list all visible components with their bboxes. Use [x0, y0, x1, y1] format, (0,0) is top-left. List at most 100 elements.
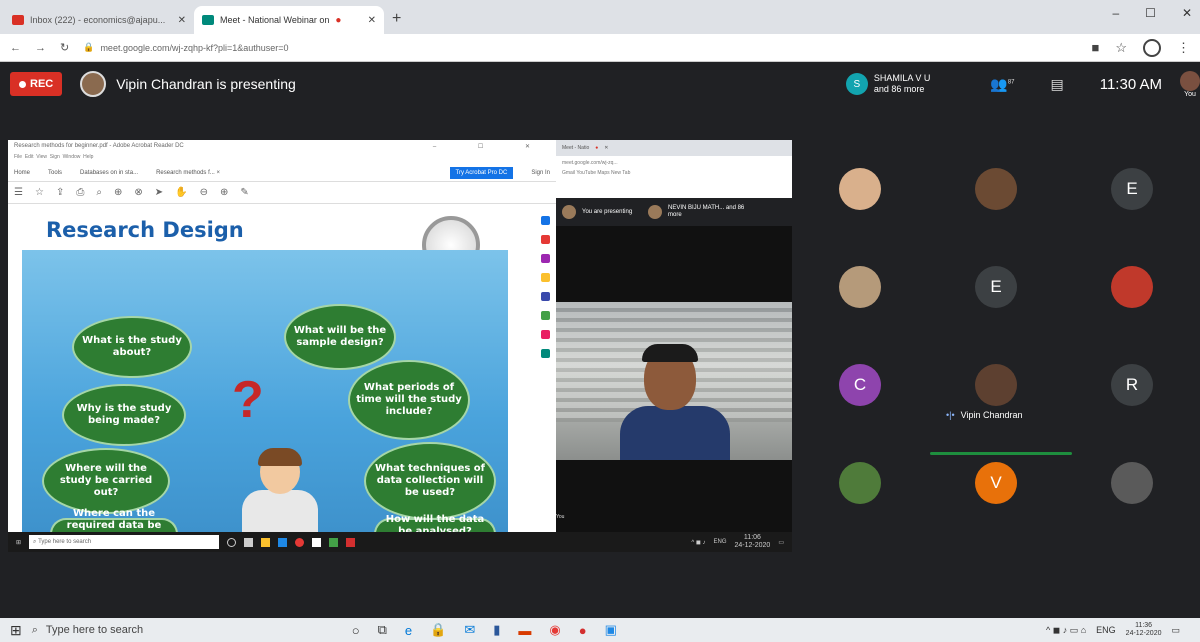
maximize-button[interactable]: ☐	[1145, 6, 1156, 20]
minimize-button[interactable]: –	[1112, 6, 1119, 20]
tab-meet[interactable]: Meet - National Webinar on ● ✕	[194, 6, 384, 34]
participant-tile[interactable]	[792, 140, 928, 238]
acrobat-tab-doc2[interactable]: Research methods f... ×	[156, 170, 220, 176]
print-icon[interactable]: ⎙	[76, 187, 84, 198]
inner-bookmarks[interactable]: Gmail YouTube Maps New Tab	[556, 170, 792, 180]
app-icon[interactable]: ●	[579, 623, 587, 638]
menu-help[interactable]: Help	[83, 154, 93, 160]
profile-icon[interactable]	[1143, 38, 1161, 57]
participant-tile[interactable]	[1064, 238, 1200, 336]
side-tool-icon[interactable]	[540, 330, 550, 339]
back-icon[interactable]: ←	[10, 42, 21, 54]
zoom-out-icon[interactable]: ⊖	[200, 187, 208, 198]
acrobat-window-controls[interactable]: – ☐ ✕	[433, 143, 550, 151]
camera-status-icon[interactable]: ■	[1091, 40, 1099, 55]
acrobat-app-icon[interactable]	[346, 537, 356, 547]
windows-start-icon[interactable]: ⊞	[10, 622, 22, 639]
menu-file[interactable]: File	[14, 154, 22, 160]
acrobat-tab-doc1[interactable]: Databases on in sta...	[80, 170, 138, 176]
task-view-icon[interactable]: ⧉	[378, 622, 387, 638]
menu-window[interactable]: Window	[63, 154, 81, 160]
participant-tile[interactable]: E	[1064, 140, 1200, 238]
menu-dots-icon[interactable]: ⋮	[1177, 40, 1190, 56]
forward-icon[interactable]: →	[35, 42, 46, 54]
taskbar-clock[interactable]: 11:36 24-12-2020	[1126, 622, 1162, 638]
side-tool-icon[interactable]	[540, 216, 550, 225]
zoom-in-icon[interactable]: ⊕	[220, 187, 228, 198]
windows-start-icon[interactable]: ⊞	[16, 539, 21, 546]
inner-clock-time: 11:06	[743, 534, 761, 541]
url-field[interactable]: 🔒 meet.google.com/wj-zqhp-kf?pli=1&authu…	[83, 42, 288, 53]
menu-view[interactable]: View	[36, 154, 47, 160]
cortana-icon[interactable]	[227, 537, 237, 547]
search-icon[interactable]: ⌕	[96, 187, 102, 198]
participant-tile[interactable]: •|• Vipin Chandran	[928, 336, 1064, 434]
camera-app-icon[interactable]	[312, 537, 322, 547]
app-icon[interactable]	[278, 537, 288, 547]
tray-icons[interactable]: ^ ◼ ♪	[691, 539, 705, 546]
notification-icon[interactable]: ▭	[778, 539, 784, 546]
participants-summary[interactable]: S SHAMILA V U and 86 more	[845, 73, 930, 95]
chrome-icon[interactable]	[295, 537, 305, 547]
participant-tile[interactable]	[928, 140, 1064, 238]
side-tool-icon[interactable]	[540, 235, 550, 244]
store-icon[interactable]: 🔒	[430, 622, 446, 638]
hand-icon[interactable]: ✋	[175, 187, 187, 198]
participant-tile[interactable]	[792, 238, 928, 336]
comment-icon[interactable]: ✎	[240, 187, 248, 198]
participant-tile[interactable]: E	[928, 238, 1064, 336]
self-view[interactable]: You	[1180, 70, 1200, 98]
close-tab-icon[interactable]: ✕	[604, 145, 608, 151]
side-tool-icon[interactable]	[540, 254, 550, 263]
reload-icon[interactable]: ↻	[60, 41, 69, 54]
pointer-icon[interactable]: ➤	[155, 187, 163, 198]
chrome-icon[interactable]: ◉	[549, 622, 560, 638]
bookmark-star-icon[interactable]: ☆	[1115, 40, 1127, 56]
page-up-icon[interactable]: ⊕	[114, 187, 122, 198]
inner-search-box[interactable]: ⌕ Type here to search	[29, 535, 220, 549]
participant-tile[interactable]	[1064, 434, 1200, 532]
participant-tile[interactable]: V	[928, 434, 1064, 532]
new-tab-button[interactable]: +	[384, 10, 409, 34]
cloud-why-study: Why is the study being made?	[62, 384, 186, 446]
close-tab-icon[interactable]: ✕	[178, 15, 186, 26]
try-acrobat-button[interactable]: Try Acrobat Pro DC	[449, 166, 514, 179]
save-icon[interactable]: ☰	[14, 187, 23, 198]
presenter-avatar	[80, 71, 107, 97]
side-tool-icon[interactable]	[540, 311, 550, 320]
sign-in-link[interactable]: Sign In	[531, 170, 550, 176]
participant-tile[interactable]: R	[1064, 336, 1200, 434]
task-view-icon[interactable]	[244, 537, 254, 547]
bookmark-icon[interactable]: ☆	[35, 187, 44, 198]
tray-icons[interactable]: ^ ◼ ♪ ▭ ⌂	[1046, 625, 1086, 636]
side-tool-icon[interactable]	[540, 349, 550, 358]
participant-tile[interactable]: C	[792, 336, 928, 434]
inner-tab-label[interactable]: Meet - Natio	[562, 145, 589, 151]
acrobat-tab-home[interactable]: Home	[14, 170, 30, 176]
inner-url[interactable]: meet.google.com/wj-zq...	[556, 156, 792, 170]
explorer-icon[interactable]	[261, 537, 271, 547]
edge-icon[interactable]: e	[405, 623, 412, 638]
tab-gmail[interactable]: Inbox (222) - economics@ajapu... ✕	[4, 6, 194, 34]
people-button[interactable]: 👥87	[990, 76, 1014, 93]
side-tool-icon[interactable]	[540, 292, 550, 301]
page-down-icon[interactable]: ⊗	[134, 187, 142, 198]
side-tool-icon[interactable]	[540, 273, 550, 282]
notification-icon[interactable]: ▭	[1171, 625, 1180, 636]
word-icon[interactable]: ▮	[493, 622, 500, 638]
explorer-icon[interactable]: ▬	[518, 623, 531, 638]
mail-icon[interactable]: ✉	[464, 622, 475, 638]
upload-icon[interactable]: ⇪	[56, 187, 64, 198]
app-icon[interactable]	[329, 537, 339, 547]
close-window-button[interactable]: ✕	[1182, 6, 1192, 20]
menu-edit[interactable]: Edit	[25, 154, 34, 160]
meet-header: REC Vipin Chandran is presenting S SHAMI…	[0, 62, 1200, 106]
chat-button[interactable]: ▤	[1051, 76, 1064, 93]
menu-sign[interactable]: Sign	[50, 154, 60, 160]
acrobat-tab-tools[interactable]: Tools	[48, 170, 62, 176]
taskbar-search-box[interactable]: ⌕ Type here to search	[32, 624, 282, 637]
cortana-icon[interactable]: ○	[352, 623, 360, 638]
participant-tile[interactable]	[792, 434, 928, 532]
app-icon[interactable]: ▣	[605, 622, 617, 638]
close-tab-icon[interactable]: ✕	[368, 15, 376, 26]
